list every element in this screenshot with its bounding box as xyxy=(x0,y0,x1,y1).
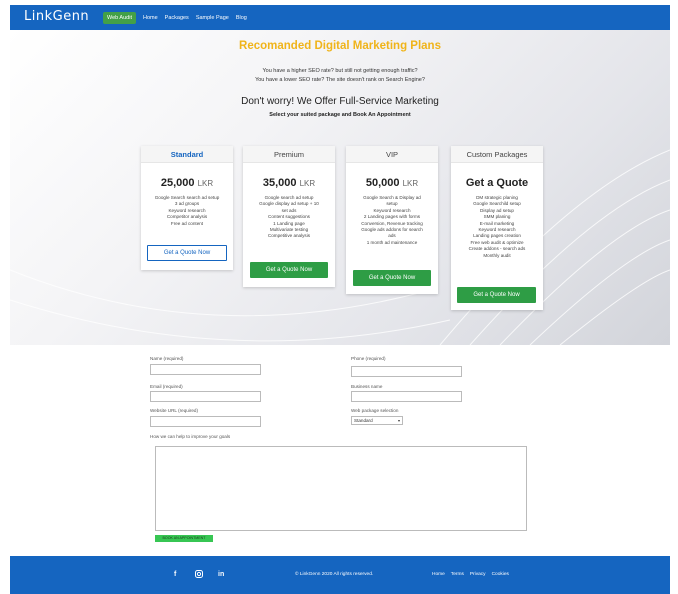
footer: f in © LinkGenn 2020 All rights reserved… xyxy=(10,556,670,594)
package-card-standard: Standard 25,000 LKR Google Search search… xyxy=(141,146,233,270)
feature-item: Create addons - search ads xyxy=(468,246,526,252)
get-quote-button[interactable]: Get a Quote Now xyxy=(250,262,328,278)
feature-item: Competitive analysis xyxy=(267,233,311,239)
hero-title: Recomanded Digital Marketing Plans xyxy=(239,40,441,52)
email-label: Email (required) xyxy=(150,384,183,389)
footer-home-link[interactable]: Home xyxy=(432,572,445,577)
feature-item: Google display ad setup + 10 xyxy=(259,201,319,207)
book-appointment-button[interactable]: BOOK AN APPOINTMENT xyxy=(155,535,213,542)
instagram-icon[interactable] xyxy=(195,570,203,580)
package-select[interactable]: Standard ▾ xyxy=(351,416,403,425)
nav-links: Web Audit Home Packages Sample Page Blog xyxy=(103,12,254,24)
facebook-icon[interactable]: f xyxy=(174,571,176,578)
goals-label: How we can help to improve your goals xyxy=(150,434,231,439)
feature-list: Google Search search ad setup 3 ad group… xyxy=(141,195,233,227)
hero-subtitle-line-1: You have a higher SEO rate? but still no… xyxy=(262,68,418,74)
hero-select-text: Select your suited package and Book An A… xyxy=(269,112,411,118)
card-title: Premium xyxy=(243,146,335,163)
feature-list: DM strategic planing Google Searchild se… xyxy=(451,195,543,259)
footer-privacy-link[interactable]: Privacy xyxy=(470,572,486,577)
card-title: Custom Packages xyxy=(451,146,543,163)
logo[interactable]: LinkGenn xyxy=(24,9,89,24)
get-quote-button[interactable]: Get a Quote Now xyxy=(457,287,536,303)
nav-sample-page-link[interactable]: Sample Page xyxy=(196,15,229,21)
card-title: VIP xyxy=(346,146,438,163)
get-quote-button[interactable]: Get a Quote Now xyxy=(147,245,227,261)
hero-section: Recomanded Digital Marketing Plans You h… xyxy=(10,30,670,345)
card-price: 35,000 LKR xyxy=(262,177,316,189)
feature-list: Google Search & Display ad setup Keyword… xyxy=(346,195,438,246)
hero-heading: Don't worry! We Offer Full-Service Marke… xyxy=(241,96,439,107)
phone-label: Phone (required) xyxy=(351,356,386,361)
linkedin-icon[interactable]: in xyxy=(218,571,224,578)
feature-item: Free ad content xyxy=(170,220,204,226)
feature-item: 2 Landing pages with forms xyxy=(363,214,421,220)
card-price: 50,000 LKR xyxy=(365,177,419,189)
business-input[interactable] xyxy=(351,391,462,402)
feature-item: 1 month ad maintenance xyxy=(366,239,418,245)
nav-blog-link[interactable]: Blog xyxy=(236,15,247,21)
card-price: 25,000 LKR xyxy=(160,177,214,189)
website-input[interactable] xyxy=(150,416,261,427)
package-label: Web package selection xyxy=(351,408,399,413)
package-card-premium: Premium 35,000 LKR Google search ad setu… xyxy=(243,146,335,287)
hero-subtitle-line-2: You have a lower SEO rate? The site does… xyxy=(255,77,425,83)
footer-links: Home Terms Privacy Cookies xyxy=(432,572,515,577)
website-label: Website URL (required) xyxy=(150,408,198,413)
goals-textarea[interactable] xyxy=(155,446,527,531)
card-price: Get a Quote xyxy=(465,177,529,189)
package-card-vip: VIP 50,000 LKR Google Search & Display a… xyxy=(346,146,438,294)
package-card-custom: Custom Packages Get a Quote DM strategic… xyxy=(451,146,543,310)
nav-packages-link[interactable]: Packages xyxy=(165,15,189,21)
package-select-value: Standard xyxy=(354,418,373,423)
card-title: Standard xyxy=(141,146,233,163)
top-navbar: LinkGenn Web Audit Home Packages Sample … xyxy=(10,5,670,30)
name-label: Name (required) xyxy=(150,356,184,361)
copyright-text: © LinkGenn 2020 All rights reserved. xyxy=(295,572,374,577)
chevron-down-icon: ▾ xyxy=(397,418,400,423)
nav-home-link[interactable]: Home xyxy=(143,15,158,21)
get-quote-button[interactable]: Get a Quote Now xyxy=(353,270,431,286)
feature-item: Monthly audit xyxy=(483,252,511,258)
feature-list: Google search ad setup Google display ad… xyxy=(243,195,335,240)
footer-cookies-link[interactable]: Cookies xyxy=(492,572,509,577)
business-label: Business name xyxy=(351,384,383,389)
nav-web-audit-button[interactable]: Web Audit xyxy=(103,12,136,24)
email-input[interactable] xyxy=(150,391,261,402)
name-input[interactable] xyxy=(150,364,261,375)
phone-input[interactable] xyxy=(351,366,462,377)
footer-terms-link[interactable]: Terms xyxy=(451,572,464,577)
